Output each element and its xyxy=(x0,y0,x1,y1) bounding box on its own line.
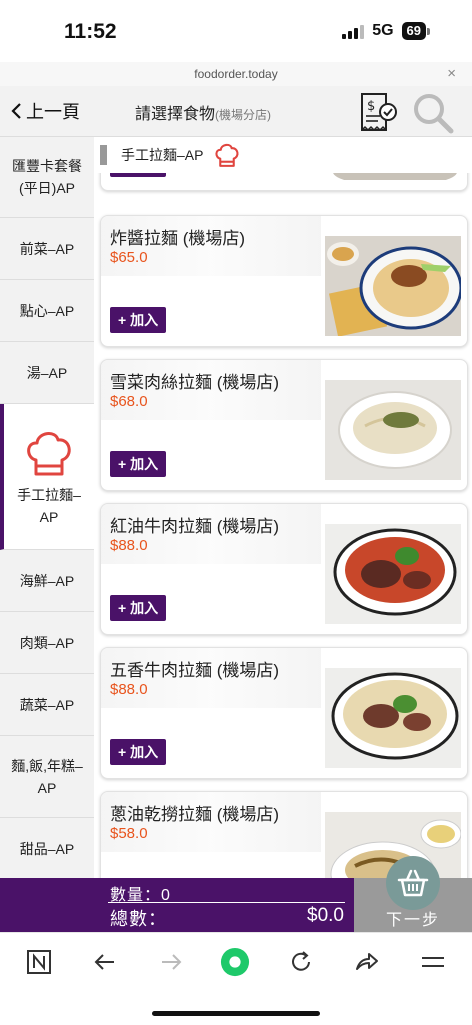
dish-price: $88.0 xyxy=(110,681,148,698)
dish-card[interactable]: 五香牛肉拉麵 (機場店) $88.0 + 加入 xyxy=(100,647,468,779)
battery-icon: 69 xyxy=(401,22,430,40)
status-bar: 11:52 5G 69 xyxy=(0,0,472,62)
page-header: 上一頁 請選擇食物(機場分店) $ xyxy=(0,86,472,137)
dish-price: $58.0 xyxy=(110,825,148,842)
spiced-beef-noodle-photo xyxy=(325,668,461,768)
close-icon[interactable]: × xyxy=(447,62,456,86)
tabs-icon xyxy=(27,950,51,974)
next-step-label: 下一步 xyxy=(385,912,440,929)
chevron-left-icon xyxy=(11,103,21,119)
category-header: 手工拉麵–AP xyxy=(97,137,472,173)
home-indicator xyxy=(152,1011,320,1016)
cart-total-value: $0.0 xyxy=(307,905,344,926)
cart-total-label: 總數： xyxy=(110,909,167,929)
green-circle-icon xyxy=(220,947,250,977)
sidebar-item-soup[interactable]: 湯–AP xyxy=(0,342,94,404)
sidebar-item-label: 手工拉麵–AP xyxy=(17,486,81,525)
url-bar[interactable]: foodorder.today × xyxy=(0,62,472,86)
page-title-text: 請選擇食物 xyxy=(135,106,216,123)
reload-icon xyxy=(292,951,310,971)
dish-name: 紅油牛肉拉麵 (機場店) xyxy=(110,517,280,536)
sidebar-item-vegetables[interactable]: 蔬菜–AP xyxy=(0,674,94,736)
add-to-cart-button[interactable]: + 加入 xyxy=(110,307,167,333)
back-nav-button[interactable] xyxy=(90,947,120,977)
arrow-left-icon xyxy=(94,954,114,970)
sidebar-item-label: 甜品–AP xyxy=(19,840,75,857)
sidebar-item-dim-sum[interactable]: 點心–AP xyxy=(0,280,94,342)
add-to-cart-button[interactable]: + 加入 xyxy=(110,451,167,477)
share-button[interactable] xyxy=(352,947,382,977)
sidebar-item-meat[interactable]: 肉類–AP xyxy=(0,612,94,674)
browser-toolbar xyxy=(0,932,472,1025)
back-label: 上一頁 xyxy=(26,102,80,122)
sidebar-item-label: 點心–AP xyxy=(19,302,75,319)
status-time: 11:52 xyxy=(64,20,117,43)
menu-button[interactable] xyxy=(418,947,448,977)
dish-name: 炸醬拉麵 (機場店) xyxy=(110,229,246,248)
battery-level: 69 xyxy=(401,22,426,40)
share-icon xyxy=(356,953,378,970)
forward-nav-button[interactable] xyxy=(156,947,186,977)
sidebar-item-dessert[interactable]: 甜品–AP xyxy=(0,818,94,878)
dish-name: 蔥油乾撈拉麵 (機場店) xyxy=(110,805,280,824)
svg-text:$: $ xyxy=(367,99,375,114)
add-to-cart-button[interactable]: + 加入 xyxy=(110,739,167,765)
search-icon[interactable] xyxy=(408,90,456,134)
dish-card[interactable]: 雪菜肉絲拉麵 (機場店) $68.0 + 加入 xyxy=(100,359,468,491)
network-type: 5G xyxy=(372,22,394,39)
sidebar-item-noodles-rice[interactable]: 麵,飯,年糕–AP xyxy=(0,736,94,818)
sidebar-item-appetizer[interactable]: 前菜–AP xyxy=(0,218,94,280)
dish-name: 五香牛肉拉麵 (機場店) xyxy=(110,661,280,680)
back-button[interactable]: 上一頁 xyxy=(10,98,80,124)
sidebar-item-label: 匯豐卡套餐(平日)AP xyxy=(12,158,82,196)
menu-icon xyxy=(422,957,444,967)
page-title: 請選擇食物(機場分店) xyxy=(135,100,271,124)
chef-hat-icon xyxy=(215,143,239,167)
add-to-cart-button[interactable]: + 加入 xyxy=(110,595,167,621)
page-title-branch: (機場分店) xyxy=(215,108,272,122)
dish-card[interactable]: 紅油牛肉拉麵 (機場店) $88.0 + 加入 xyxy=(100,503,468,635)
next-step-button[interactable]: 下一步 xyxy=(354,856,472,932)
dish-price: $68.0 xyxy=(110,393,148,410)
reload-button[interactable] xyxy=(286,947,316,977)
sidebar-item-seafood[interactable]: 海鮮–AP xyxy=(0,550,94,612)
dish-name: 雪菜肉絲拉麵 (機場店) xyxy=(110,373,280,392)
chili-beef-noodle-photo xyxy=(325,524,461,624)
order-receipt-icon[interactable]: $ xyxy=(356,90,400,134)
sidebar-item-label: 前菜–AP xyxy=(19,240,75,257)
sidebar-item-label: 肉類–AP xyxy=(19,634,75,651)
dish-card[interactable]: 炸醬拉麵 (機場店) $65.0 + 加入 xyxy=(100,215,468,347)
zhajiang-noodle-photo xyxy=(325,236,461,336)
url-text: foodorder.today xyxy=(194,67,278,81)
chef-hat-icon xyxy=(27,431,71,475)
tabs-button[interactable] xyxy=(24,947,54,977)
arrow-right-icon xyxy=(162,954,182,970)
category-header-title: 手工拉麵–AP xyxy=(121,147,204,163)
home-button[interactable] xyxy=(220,947,250,977)
category-sidebar: 匯豐卡套餐(平日)AP 前菜–AP 點心–AP 湯–AP 手工拉麵–AP 海鮮–… xyxy=(0,137,94,878)
sidebar-item-label: 湯–AP xyxy=(26,364,68,381)
dish-price: $65.0 xyxy=(110,249,148,266)
dish-list[interactable]: 手工拉麵–AP + 加入 炸醬拉麵 (機場店) $65.0 + 加入 雪菜肉絲拉… xyxy=(97,137,472,878)
sidebar-item-label: 蔬菜–AP xyxy=(19,696,75,713)
sidebar-item-label: 海鮮–AP xyxy=(19,572,75,589)
status-indicators: 5G 69 xyxy=(342,22,430,40)
pickled-veg-noodle-photo xyxy=(325,380,461,480)
signal-icon xyxy=(342,24,365,39)
sidebar-item-label: 麵,飯,年糕–AP xyxy=(11,757,83,796)
sidebar-item-hand-pulled-noodles[interactable]: 手工拉麵–AP xyxy=(0,404,94,550)
dish-price: $88.0 xyxy=(110,537,148,554)
sidebar-item-hsbc-set[interactable]: 匯豐卡套餐(平日)AP xyxy=(0,137,94,218)
basket-icon xyxy=(386,856,440,910)
